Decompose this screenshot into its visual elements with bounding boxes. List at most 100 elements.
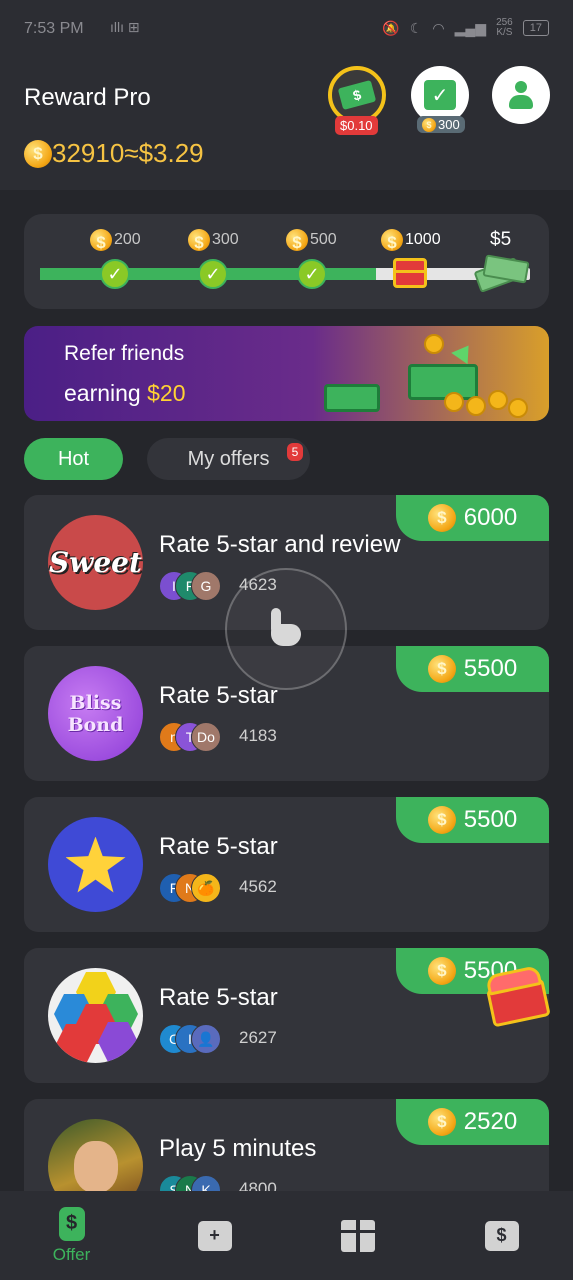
participant-count: 4800 xyxy=(239,1179,277,1191)
avatar: G xyxy=(191,571,221,601)
coin-icon xyxy=(422,117,436,132)
nav-offer-label: Offer xyxy=(52,1244,91,1264)
offer-reward-value: 5500 xyxy=(463,655,518,682)
offer-reward-value: 5500 xyxy=(463,806,518,833)
refer-line-1: Refer friends xyxy=(64,342,185,365)
refer-prefix: earning xyxy=(64,380,148,406)
battery-icon: 17 xyxy=(522,20,549,36)
milestone-label: 200 xyxy=(114,231,141,248)
hexa-sort-app-icon xyxy=(48,968,143,1063)
cash-card-icon: $ xyxy=(484,1220,519,1251)
app-title: Reward Pro xyxy=(24,84,151,111)
avatar: 👤 xyxy=(191,1024,221,1054)
participant-count: 4183 xyxy=(239,726,277,745)
participant-avatars: C I 👤 xyxy=(159,1024,229,1054)
milestone-label: 500 xyxy=(310,231,337,248)
dnd-moon-icon: ☾ xyxy=(409,19,423,36)
tap-hint-indicator xyxy=(225,568,347,690)
avatar: Do xyxy=(191,722,221,752)
coin-icon xyxy=(427,1108,456,1136)
coin-icon xyxy=(427,655,456,683)
coin-icon xyxy=(381,229,403,251)
calendar-check-icon: ✓ xyxy=(424,80,456,110)
milestone-label: $5 xyxy=(490,229,512,250)
nav-inbox[interactable]: + xyxy=(143,1191,286,1280)
participant-count: 2627 xyxy=(239,1028,277,1047)
coin-icon xyxy=(90,229,112,251)
milestone-500: 500 xyxy=(286,229,337,251)
milestone-label: 300 xyxy=(212,231,239,248)
checkmark-icon: ✓ xyxy=(198,259,228,289)
nav-gift[interactable] xyxy=(286,1191,429,1280)
offer-title: Rate 5-star xyxy=(159,682,278,709)
offer-card[interactable]: Rate 5-star FN🍊 4562 5500 xyxy=(24,797,549,932)
offer-reward-tag: 5500 xyxy=(396,646,549,692)
hero-face-icon xyxy=(73,1140,118,1191)
participant-avatars: F N 🍊 xyxy=(159,873,229,903)
pointing-hand-icon xyxy=(269,608,301,646)
bliss-bond-app-icon: Bliss Bond xyxy=(48,666,143,761)
coin-icon xyxy=(427,806,456,834)
offer-title: Rate 5-star xyxy=(159,833,278,860)
coin-icon xyxy=(427,957,456,985)
app-icon-text: Sweet xyxy=(49,546,142,579)
status-bar: 7:53 PM ıllı ⊞ 🔕 ☾ ◠ ▂▄▆ 256 K/S 17 xyxy=(0,0,573,58)
nav-cashout[interactable]: $ xyxy=(430,1191,573,1280)
hero-game-app-icon xyxy=(48,1119,143,1191)
milestone-5-dollars: $5 xyxy=(490,229,511,251)
offer-reward-value: 2520 xyxy=(463,1108,518,1135)
wifi-icon: ◠ xyxy=(432,19,445,36)
tab-hot[interactable]: Hot xyxy=(24,438,123,480)
coin-icon xyxy=(286,229,308,251)
coin-icon xyxy=(427,504,456,532)
participant-avatars: IFG xyxy=(159,571,229,601)
checkin-badge-value: 300 xyxy=(438,117,460,132)
app-header: Reward Pro 32910 ≈$3.29 $ $0.10 ✓ 300 xyxy=(0,58,573,190)
offer-card[interactable]: Rate 5-starCI👤26275500 xyxy=(24,948,549,1083)
net-speed: 256 K/S xyxy=(496,18,513,38)
offer-reward-tag: 6000 xyxy=(396,495,549,541)
app-icon-text: Bliss Bond xyxy=(67,691,124,736)
participant-count: 4562 xyxy=(239,877,277,896)
refer-amount: $20 xyxy=(147,380,186,406)
profile-button[interactable] xyxy=(492,66,550,124)
treasure-chest-icon[interactable] xyxy=(393,258,427,288)
offer-reward-tag: 2520 xyxy=(396,1099,549,1145)
refer-line-2: earning $20 xyxy=(64,380,186,407)
participant-avatars: n T Do xyxy=(159,722,229,752)
offer-wallet-icon: $ xyxy=(58,1206,85,1241)
offer-title: Rate 5-star and review xyxy=(159,531,401,558)
inbox-add-icon: + xyxy=(197,1220,232,1251)
offer-title: Play 5 minutes xyxy=(159,1135,317,1162)
offer-card[interactable]: Play 5 minutes SNK 4800 2520 xyxy=(24,1099,549,1191)
checkin-badge: 300 xyxy=(417,116,465,133)
cash-stack-icon[interactable] xyxy=(473,252,530,293)
milestone-1000: 1000 xyxy=(381,229,441,251)
coin-icon xyxy=(188,229,210,251)
refer-friends-banner[interactable]: Refer friends earning $20 xyxy=(24,326,549,421)
avatar: 🍊 xyxy=(191,873,221,903)
user-icon xyxy=(506,80,536,110)
milestone-label: 1000 xyxy=(405,231,441,248)
my-offers-badge: 5 xyxy=(287,443,303,461)
tab-my-offers[interactable]: My offers xyxy=(147,438,310,480)
milestone-progress-card[interactable]: 200 300 500 1000 $5 ✓ ✓ ✓ xyxy=(24,214,549,309)
checkmark-icon: ✓ xyxy=(100,259,130,289)
milestone-300: 300 xyxy=(188,229,239,251)
status-time: 7:53 PM xyxy=(24,20,84,37)
nav-offer[interactable]: $ Offer xyxy=(0,1191,143,1280)
net-speed-unit: K/S xyxy=(496,27,513,38)
star-character-icon xyxy=(65,836,126,893)
main-content[interactable]: 200 300 500 1000 $5 ✓ ✓ ✓ Refer friends … xyxy=(0,190,573,1191)
gift-icon xyxy=(340,1219,375,1252)
coin-balance-value: 32910 xyxy=(52,138,125,168)
participant-avatars: SNK xyxy=(159,1175,229,1191)
cash-reward-badge: $0.10 xyxy=(335,116,378,135)
milestone-200: 200 xyxy=(90,229,141,251)
offer-title: Rate 5-star xyxy=(159,984,278,1011)
cell-signal-icon: ▂▄▆ xyxy=(454,19,487,36)
offer-reward-tag: 5500 xyxy=(396,797,549,843)
checkmark-icon: ✓ xyxy=(297,259,327,289)
money-pile-icon xyxy=(324,334,534,418)
money-bill-icon: $ xyxy=(337,79,377,111)
